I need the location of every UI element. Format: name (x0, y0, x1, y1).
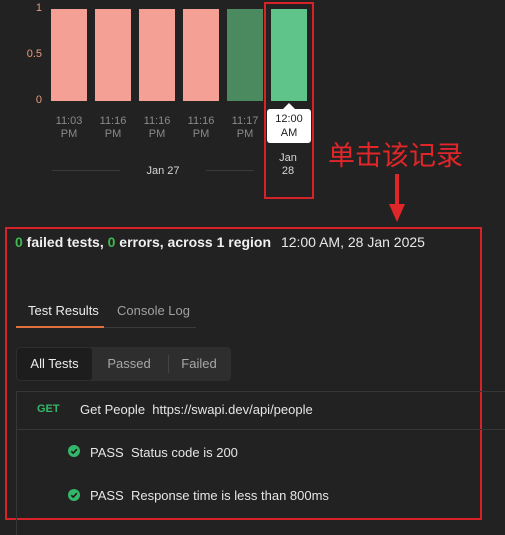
run-bar[interactable] (183, 9, 219, 101)
result-status: PASS (90, 488, 124, 503)
x-tick-label: 11:16 PM (187, 115, 215, 140)
filter-failed[interactable]: Failed (169, 348, 229, 380)
run-bar[interactable] (227, 9, 263, 101)
date-label-jan27: Jan 27 (120, 165, 206, 178)
results-left-border (16, 391, 17, 535)
tab-console-log[interactable]: Console Log (117, 303, 190, 318)
request-method: GET (37, 403, 60, 415)
pass-check-icon (68, 489, 80, 501)
run-bar[interactable] (95, 9, 131, 101)
y-tick-label: 0.5 (26, 48, 42, 60)
run-bar[interactable] (139, 9, 175, 101)
pass-check-icon (68, 445, 80, 457)
annotation-arrow (389, 174, 405, 229)
run-timestamp: 12:00 AM, 28 Jan 2025 (280, 234, 425, 250)
active-tab-indicator (16, 326, 104, 328)
filter-all-tests[interactable]: All Tests (17, 348, 92, 380)
run-bar[interactable] (51, 9, 87, 101)
errors-label: errors, across 1 region (115, 234, 272, 250)
y-tick-label: 0 (35, 94, 42, 106)
request-name: Get People (80, 402, 146, 417)
tab-test-results[interactable]: Test Results (28, 303, 99, 318)
annotation-text: 单击该记录 (328, 141, 463, 172)
x-tick-label: 11:03 PM (55, 115, 83, 140)
filter-passed[interactable]: Passed (94, 348, 164, 380)
x-tick-label: 11:16 PM (143, 115, 171, 140)
run-summary: 0 failed tests, 0 errors, across 1 regio… (15, 234, 425, 250)
y-tick-label: 1 (35, 2, 42, 14)
result-text: Status code is 200 (130, 445, 238, 460)
test-result-item: PASS Response time is less than 800ms (90, 488, 329, 503)
x-tick-label: 11:17 PM (231, 115, 259, 140)
selected-run-highlight (264, 2, 314, 199)
filter-segmented-control: All Tests Passed Failed (16, 347, 231, 381)
request-line[interactable]: Get People https://swapi.dev/api/people (80, 402, 313, 417)
x-tick-label: 11:16 PM (99, 115, 127, 140)
result-text: Response time is less than 800ms (130, 488, 329, 503)
test-result-item: PASS Status code is 200 (90, 445, 238, 460)
request-url: https://swapi.dev/api/people (152, 402, 313, 417)
request-row-top-border (16, 391, 505, 392)
request-row-bottom-border (16, 429, 505, 430)
result-status: PASS (90, 445, 124, 460)
failed-count: 0 (15, 234, 23, 250)
failed-label: failed tests, (22, 234, 108, 250)
